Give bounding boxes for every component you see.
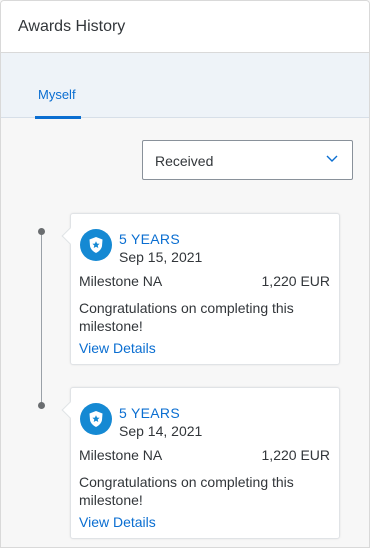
view-details-link[interactable]: View Details xyxy=(79,514,156,530)
timeline-dot xyxy=(38,228,45,235)
award-date: Sep 15, 2021 xyxy=(119,249,203,265)
award-amount: 1,220 EUR xyxy=(261,447,330,463)
award-name: Milestone NA xyxy=(79,273,163,289)
award-card: 5 YEARS Sep 14, 2021 Milestone NA 1,220 … xyxy=(61,387,340,539)
timeline-dot xyxy=(38,402,45,409)
tab-myself[interactable]: Myself xyxy=(35,53,81,119)
award-message: Congratulations on completing this miles… xyxy=(79,474,294,508)
award-years: 5 YEARS xyxy=(119,231,180,247)
award-date: Sep 14, 2021 xyxy=(119,423,203,439)
award-filter-select[interactable]: Received xyxy=(142,140,353,180)
award-filter-value: Received xyxy=(155,153,214,169)
award-name: Milestone NA xyxy=(79,447,163,463)
award-amount: 1,220 EUR xyxy=(261,273,330,289)
award-card: 5 YEARS Sep 15, 2021 Milestone NA 1,220 … xyxy=(61,213,340,365)
tab-bar: Myself xyxy=(1,53,369,119)
chevron-down-icon xyxy=(326,155,338,162)
tab-myself-label: Myself xyxy=(38,87,76,102)
page-title: Awards History xyxy=(18,18,126,35)
timeline-line xyxy=(41,231,42,407)
view-details-link[interactable]: View Details xyxy=(79,340,156,356)
card-pointer xyxy=(61,401,79,419)
awards-history-panel: Awards History Myself Received 5 YEARS S… xyxy=(0,0,370,548)
award-years: 5 YEARS xyxy=(119,405,180,421)
award-message: Congratulations on completing this miles… xyxy=(79,300,294,334)
award-badge-icon xyxy=(80,403,112,435)
card-pointer xyxy=(61,227,79,245)
panel-header: Awards History xyxy=(1,1,369,53)
award-badge-icon xyxy=(80,229,112,261)
tab-selected-indicator xyxy=(35,116,81,119)
